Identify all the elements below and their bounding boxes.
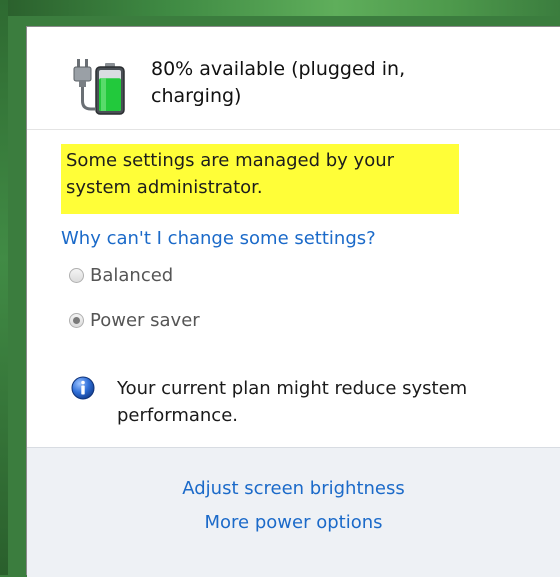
plan-label: Power saver [90, 310, 200, 331]
battery-flyout: 80% available (plugged in, charging) Som… [26, 26, 560, 577]
info-icon [71, 376, 95, 400]
managed-notice: Some settings are managed by your system… [61, 144, 459, 214]
adjust-brightness-link[interactable]: Adjust screen brightness [27, 478, 560, 499]
flyout-footer: Adjust screen brightness More power opti… [27, 447, 560, 577]
battery-charging-icon [73, 59, 125, 115]
battery-status-text: 80% available (plugged in, charging) [151, 58, 406, 107]
desktop-edge [0, 0, 8, 575]
plan-info-text: Your current plan might reduce system pe… [117, 378, 468, 426]
plan-label: Balanced [90, 265, 174, 286]
more-power-options-link[interactable]: More power options [27, 512, 560, 533]
battery-status-row: 80% available (plugged in, charging) [27, 27, 560, 130]
why-cant-change-link[interactable]: Why can't I change some settings? [61, 228, 376, 249]
desktop-background [0, 0, 560, 16]
power-saver-radio[interactable] [69, 313, 84, 328]
balanced-radio[interactable] [69, 268, 84, 283]
